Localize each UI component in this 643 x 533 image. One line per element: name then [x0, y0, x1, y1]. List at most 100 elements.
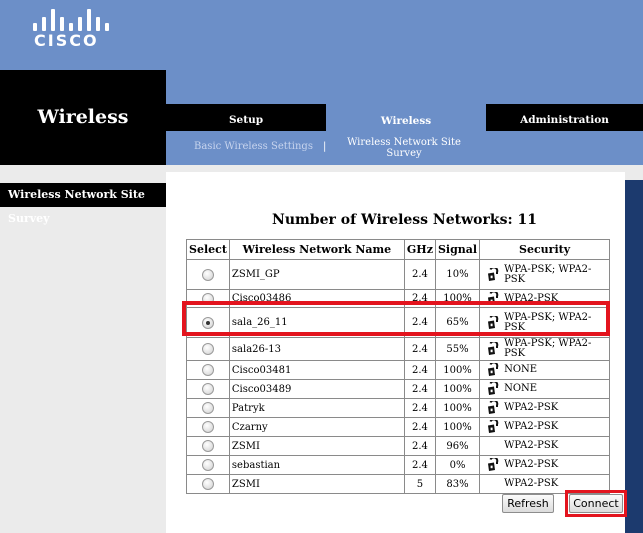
network-select-radio[interactable] [201, 440, 214, 452]
connect-button[interactable]: Connect [569, 494, 623, 513]
lock-icon [485, 399, 499, 415]
table-row: Patryk 2.4 100% WPA2-PSK [186, 398, 611, 418]
network-name: ZSMI [228, 436, 405, 456]
tab-wireless[interactable]: Wireless [326, 104, 486, 131]
network-name: Cisco03481 [228, 360, 405, 380]
lock-icon [485, 380, 499, 396]
network-signal: 83% [434, 474, 481, 494]
tab-administration[interactable]: Administration [486, 109, 643, 131]
section-title: Wireless [37, 106, 129, 128]
lock-icon [485, 418, 499, 434]
lock-icon [485, 456, 499, 472]
network-table-body: ZSMI_GP 2.4 10% WPA-PSK; WPA2-PSK Cisco03486… [186, 259, 611, 494]
network-select-radio[interactable] [201, 459, 214, 471]
network-signal: 100% [434, 360, 481, 380]
tab-setup[interactable]: Setup [166, 109, 326, 131]
col-header-select: Select [186, 239, 230, 260]
network-ghz: 2.4 [403, 455, 436, 475]
network-name: ZSMI [228, 474, 405, 494]
network-security: NONE [504, 364, 538, 375]
network-security-cell: WPA2-PSK [479, 417, 611, 437]
network-security-cell: NONE [479, 379, 611, 399]
network-name: Patryk [228, 398, 405, 418]
network-security-cell: WPA2-PSK [479, 436, 611, 456]
network-ghz: 2.4 [403, 259, 436, 290]
network-select-radio[interactable] [201, 343, 214, 355]
network-security-cell: NONE [479, 360, 611, 380]
row-select-cell [186, 417, 230, 437]
network-signal: 10% [434, 259, 481, 290]
cisco-bars-icon [33, 9, 109, 31]
network-select-radio[interactable] [201, 402, 214, 414]
network-count-title: Number of Wireless Networks: 11 [272, 212, 537, 228]
row-select-cell [186, 360, 230, 380]
table-row: ZSMI 5 83% WPA2-PSK [186, 474, 611, 494]
network-security-cell: WPA2-PSK [479, 398, 611, 418]
table-row: Cisco03481 2.4 100% NONE [186, 360, 611, 380]
subnav-separator: | [323, 141, 327, 152]
col-header-signal: Signal [434, 239, 481, 260]
network-signal: 100% [434, 398, 481, 418]
header-bar: CISCO [0, 0, 643, 70]
refresh-button[interactable]: Refresh [502, 494, 554, 513]
network-signal: 0% [434, 455, 481, 475]
row-select-cell [186, 436, 230, 456]
table-header-row: Select Wireless Network Name GHz Signal … [186, 239, 611, 260]
row-select-cell [186, 337, 230, 361]
network-security-cell: WPA-PSK; WPA2-PSK [479, 259, 611, 290]
lock-icon [485, 265, 499, 282]
network-ghz: 2.4 [403, 337, 436, 361]
network-select-radio[interactable] [201, 268, 214, 281]
table-row: Czarny 2.4 100% WPA2-PSK [186, 417, 611, 437]
network-security-cell: WPA-PSK; WPA2-PSK [479, 337, 611, 361]
network-signal: 55% [434, 337, 481, 361]
network-ghz: 2.4 [403, 379, 436, 399]
network-name: ZSMI_GP [228, 259, 405, 290]
logo-wordmark: CISCO [34, 31, 99, 50]
network-table: Select Wireless Network Name GHz Signal … [186, 239, 611, 494]
network-name: Cisco03489 [228, 379, 405, 399]
row-select-cell [186, 474, 230, 494]
network-security: WPA2-PSK [504, 459, 559, 470]
network-name: Czarny [228, 417, 405, 437]
sidebar-page-label: Wireless Network Site Survey [0, 183, 166, 225]
network-signal: 100% [434, 379, 481, 399]
network-security: WPA2-PSK [504, 478, 559, 489]
table-row: sebastian 2.4 0% WPA2-PSK [186, 455, 611, 475]
row-select-cell [186, 259, 230, 290]
network-security: NONE [504, 383, 538, 394]
table-row: Cisco03489 2.4 100% NONE [186, 379, 611, 399]
network-select-radio[interactable] [201, 364, 214, 376]
col-header-network-name: Wireless Network Name [228, 239, 405, 260]
network-ghz: 2.4 [403, 360, 436, 380]
network-security: WPA-PSK; WPA2-PSK [504, 338, 592, 359]
table-row: ZSMI 2.4 96% WPA2-PSK [186, 436, 611, 456]
network-signal: 100% [434, 417, 481, 437]
network-select-radio[interactable] [201, 478, 214, 490]
lock-icon [485, 361, 499, 377]
right-edge-bar [625, 180, 643, 533]
cisco-logo: CISCO [33, 9, 113, 50]
network-ghz: 2.4 [403, 436, 436, 456]
col-header-security: Security [479, 239, 611, 260]
network-security: WPA2-PSK [504, 421, 559, 432]
row-select-cell [186, 455, 230, 475]
network-select-radio[interactable] [201, 421, 214, 433]
network-security-cell: WPA2-PSK [479, 455, 611, 475]
subnav-basic-wireless-settings[interactable]: Basic Wireless Settings [194, 141, 313, 152]
network-select-radio[interactable] [201, 383, 214, 395]
nav-top-strip [166, 70, 643, 104]
sub-nav: Basic Wireless Settings | Wireless Netwo… [166, 131, 643, 165]
table-row: sala26-13 2.4 55% WPA-PSK; WPA2-PSK [186, 337, 611, 361]
network-ghz: 2.4 [403, 398, 436, 418]
lock-icon [485, 340, 499, 356]
network-security: WPA2-PSK [504, 440, 559, 451]
network-ghz: 5 [403, 474, 436, 494]
network-ghz: 2.4 [403, 417, 436, 437]
row-select-cell [186, 398, 230, 418]
network-security: WPA2-PSK [504, 402, 559, 413]
subnav-site-survey[interactable]: Wireless Network Site Survey [346, 137, 462, 159]
network-security: WPA-PSK; WPA2-PSK [504, 263, 592, 285]
col-header-ghz: GHz [403, 239, 436, 260]
row-select-cell [186, 379, 230, 399]
